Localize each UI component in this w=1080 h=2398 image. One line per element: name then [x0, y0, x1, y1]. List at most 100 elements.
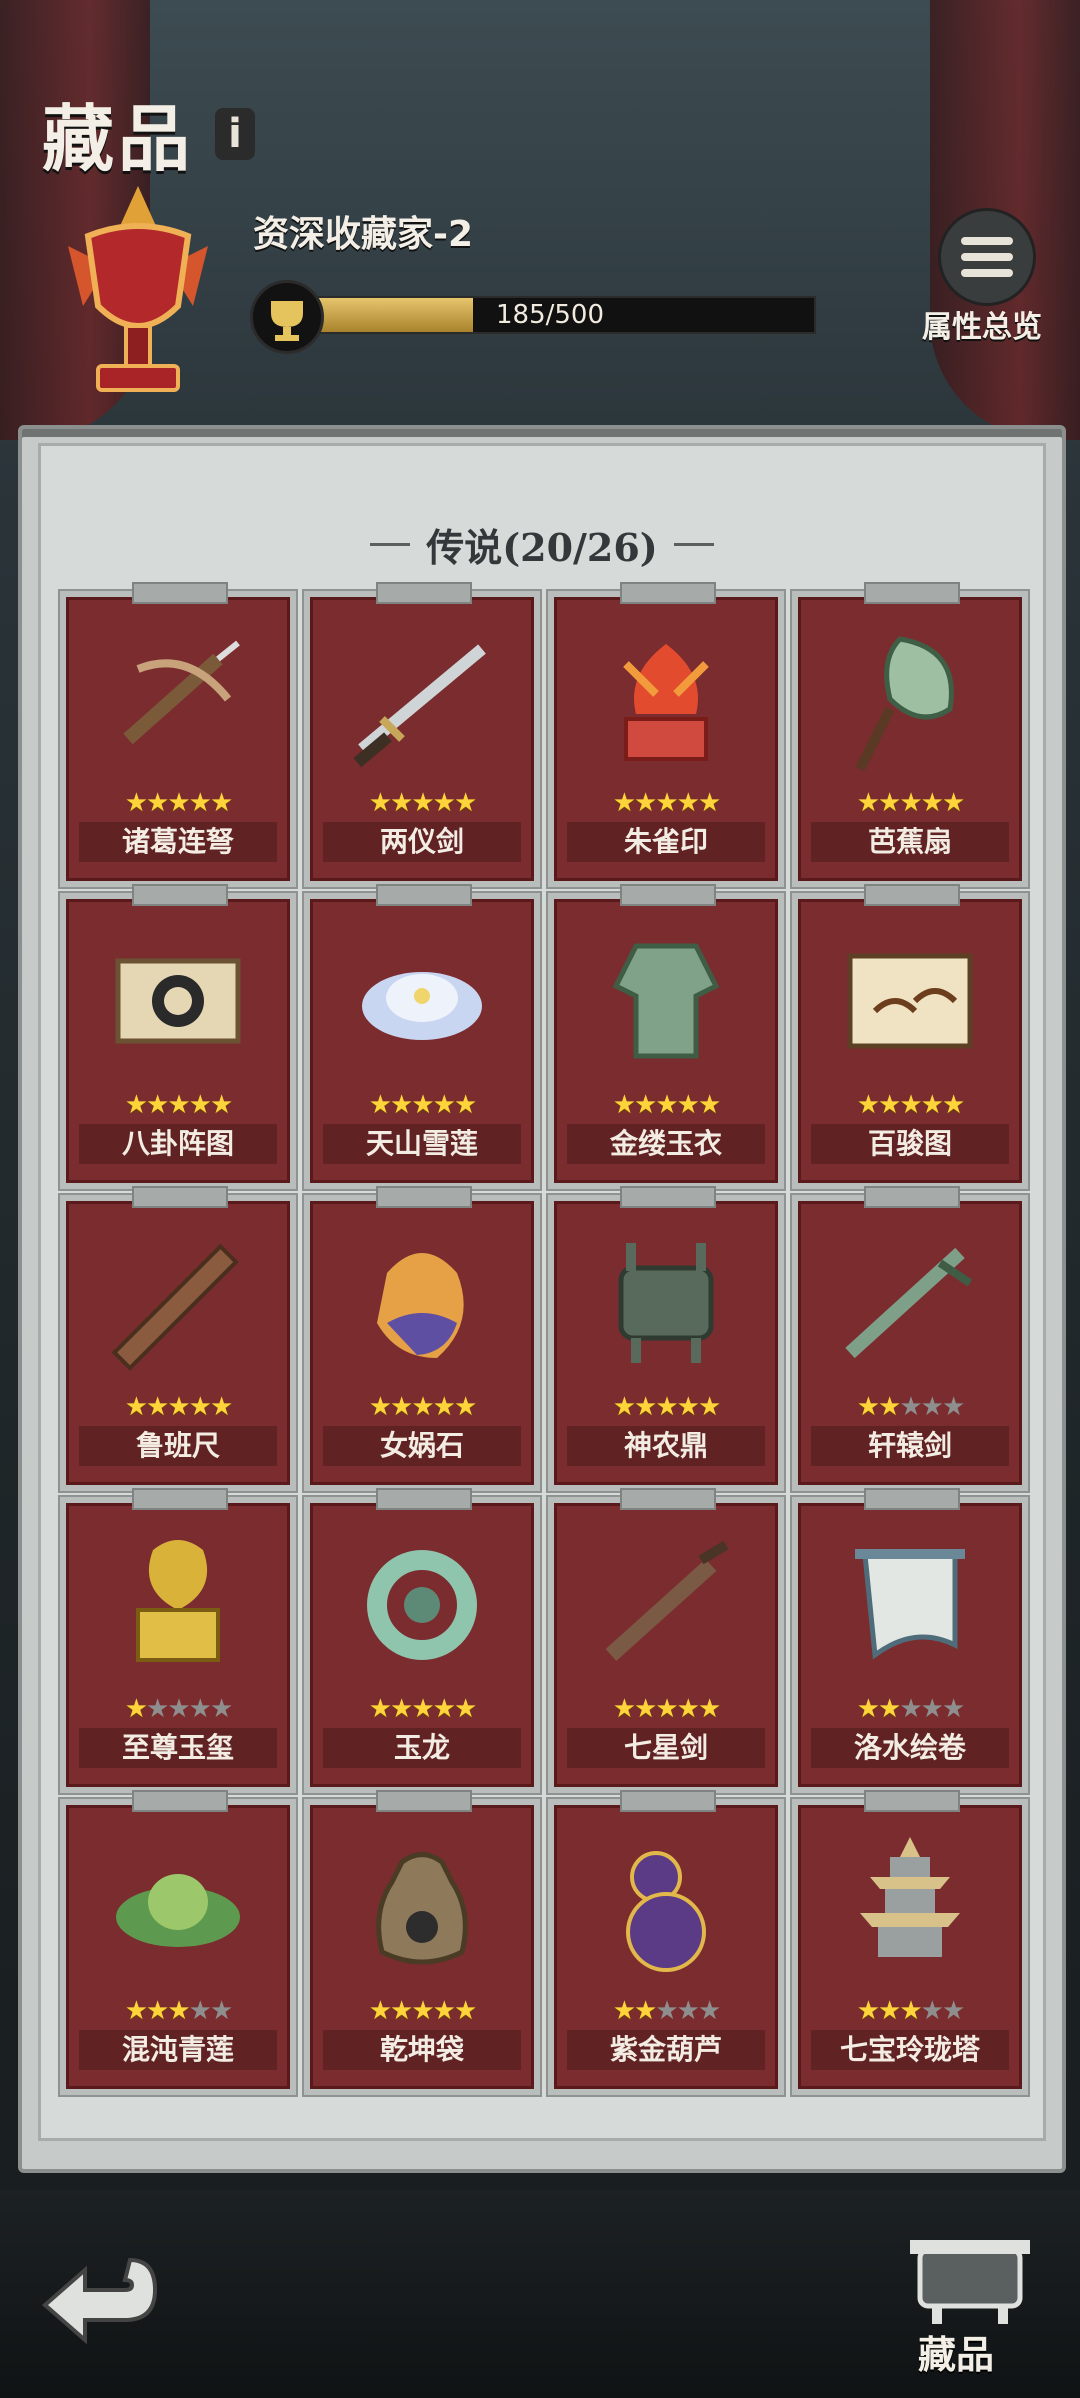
star-rating: ★★★★★ — [801, 1090, 1019, 1120]
collection-item-card[interactable]: ★★★★★ 玉龙 — [304, 1488, 540, 1793]
item-name: 紫金葫芦 — [567, 2030, 765, 2070]
star-empty-icon: ★ — [899, 1392, 922, 1422]
attribute-overview-label[interactable]: 属性总览 — [922, 302, 1042, 346]
bagua-scroll-icon — [69, 912, 287, 1090]
star-filled-icon: ★ — [146, 1090, 169, 1120]
star-filled-icon: ★ — [920, 788, 944, 818]
star-filled-icon: ★ — [209, 1090, 233, 1120]
collection-item-card[interactable]: ★★★★★ 诸葛连弩 — [60, 582, 296, 887]
section-title: 传说(20/26) — [426, 525, 658, 570]
star-filled-icon: ★ — [697, 1090, 721, 1120]
pagoda-icon — [801, 1818, 1019, 1996]
star-filled-icon: ★ — [453, 788, 477, 818]
star-filled-icon: ★ — [856, 788, 880, 818]
star-filled-icon: ★ — [124, 1996, 148, 2026]
item-name: 金缕玉衣 — [567, 1124, 765, 1164]
collection-item-card[interactable]: ★★★★★ 紫金葫芦 — [548, 1790, 784, 2095]
star-filled-icon: ★ — [941, 1090, 965, 1120]
star-filled-icon: ★ — [124, 1090, 148, 1120]
collection-item-card[interactable]: ★★★★★ 女娲石 — [304, 1186, 540, 1491]
collection-panel: 传说(20/26) ★★★★★ 诸葛连弩 ★★★★★ 两仪剑 ★★★★★ 朱雀印 ★★★★★… — [18, 425, 1066, 2173]
collection-item-card[interactable]: ★★★★★ 两仪剑 — [304, 582, 540, 887]
star-filled-icon: ★ — [856, 1090, 880, 1120]
card-clip — [132, 1790, 228, 1812]
back-button[interactable] — [40, 2240, 160, 2350]
collection-item-card[interactable]: ★★★★★ 至尊玉玺 — [60, 1488, 296, 1793]
header-decoration — [370, 543, 411, 560]
star-filled-icon: ★ — [167, 1090, 190, 1120]
card-clip — [376, 884, 472, 906]
star-filled-icon: ★ — [612, 1694, 636, 1724]
collection-item-card[interactable]: ★★★★★ 轩辕剑 — [792, 1186, 1028, 1491]
phoenix-seal-icon — [557, 610, 775, 788]
rank-name: 资深收藏家-2 — [253, 214, 473, 255]
collection-item-card[interactable]: ★★★★★ 混沌青莲 — [60, 1790, 296, 2095]
star-empty-icon: ★ — [167, 1694, 190, 1724]
collection-item-card[interactable]: ★★★★★ 天山雪莲 — [304, 884, 540, 1189]
card-clip — [864, 1790, 960, 1812]
collection-item-card[interactable]: ★★★★★ 七星剑 — [548, 1488, 784, 1793]
star-filled-icon: ★ — [124, 788, 148, 818]
collection-item-card[interactable]: ★★★★★ 八卦阵图 — [60, 884, 296, 1189]
info-button[interactable]: i — [215, 108, 255, 160]
star-filled-icon: ★ — [167, 1392, 190, 1422]
star-rating: ★★★★★ — [313, 1392, 531, 1422]
star-empty-icon: ★ — [899, 1694, 922, 1724]
collection-item-card[interactable]: ★★★★★ 朱雀印 — [548, 582, 784, 887]
star-filled-icon: ★ — [634, 1996, 657, 2026]
star-filled-icon: ★ — [368, 1392, 392, 1422]
rank-badge-icon — [38, 186, 238, 406]
item-name: 至尊玉玺 — [79, 1728, 277, 1768]
star-filled-icon: ★ — [634, 788, 657, 818]
star-filled-icon: ★ — [941, 788, 965, 818]
collection-item-card[interactable]: ★★★★★ 金缕玉衣 — [548, 884, 784, 1189]
star-rating: ★★★★★ — [69, 1694, 287, 1724]
star-filled-icon: ★ — [878, 1996, 901, 2026]
star-rating: ★★★★★ — [557, 788, 775, 818]
star-filled-icon: ★ — [368, 1694, 392, 1724]
star-filled-icon: ★ — [453, 1090, 477, 1120]
star-filled-icon: ★ — [209, 1392, 233, 1422]
item-name: 玉龙 — [323, 1728, 521, 1768]
star-empty-icon: ★ — [920, 1996, 944, 2026]
card-clip — [620, 1186, 716, 1208]
collection-item-card[interactable]: ★★★★★ 神农鼎 — [548, 1186, 784, 1491]
collection-item-card[interactable]: ★★★★★ 七宝玲珑塔 — [792, 1790, 1028, 2095]
star-filled-icon: ★ — [634, 1694, 657, 1724]
star-filled-icon: ★ — [146, 1392, 169, 1422]
star-filled-icon: ★ — [368, 1090, 392, 1120]
attribute-overview-button[interactable] — [938, 208, 1036, 306]
star-filled-icon: ★ — [612, 1996, 636, 2026]
jade-dragon-icon — [313, 1516, 531, 1694]
collection-item-card[interactable]: ★★★★★ 洛水绘卷 — [792, 1488, 1028, 1793]
collection-item-card[interactable]: ★★★★★ 乾坤袋 — [304, 1790, 540, 2095]
exp-text: 185/500 — [496, 300, 605, 330]
item-name: 轩辕剑 — [811, 1426, 1009, 1466]
back-arrow-icon — [41, 2257, 158, 2345]
card-clip — [620, 582, 716, 604]
collection-tab-label[interactable]: 藏品 — [918, 2324, 994, 2379]
trophy-icon — [250, 280, 324, 354]
card-clip — [376, 582, 472, 604]
item-name: 百骏图 — [811, 1124, 1009, 1164]
star-rating: ★★★★★ — [557, 1694, 775, 1724]
collection-item-card[interactable]: ★★★★★ 鲁班尺 — [60, 1186, 296, 1491]
star-filled-icon: ★ — [432, 1090, 456, 1120]
section-header: 传说(20/26) — [22, 517, 1062, 572]
star-filled-icon: ★ — [899, 788, 922, 818]
star-filled-icon: ★ — [390, 1392, 413, 1422]
card-clip — [620, 1488, 716, 1510]
item-name: 鲁班尺 — [79, 1426, 277, 1466]
jade-sword-icon — [801, 1214, 1019, 1392]
card-clip — [864, 1186, 960, 1208]
collection-item-card[interactable]: ★★★★★ 百骏图 — [792, 884, 1028, 1189]
star-filled-icon: ★ — [432, 1694, 456, 1724]
crossbow-icon — [69, 610, 287, 788]
star-filled-icon: ★ — [411, 1392, 434, 1422]
star-filled-icon: ★ — [390, 1694, 413, 1724]
collection-item-card[interactable]: ★★★★★ 芭蕉扇 — [792, 582, 1028, 887]
star-rating: ★★★★★ — [313, 1996, 531, 2026]
star-filled-icon: ★ — [188, 1392, 212, 1422]
star-filled-icon: ★ — [390, 1090, 413, 1120]
star-rating: ★★★★★ — [801, 1694, 1019, 1724]
